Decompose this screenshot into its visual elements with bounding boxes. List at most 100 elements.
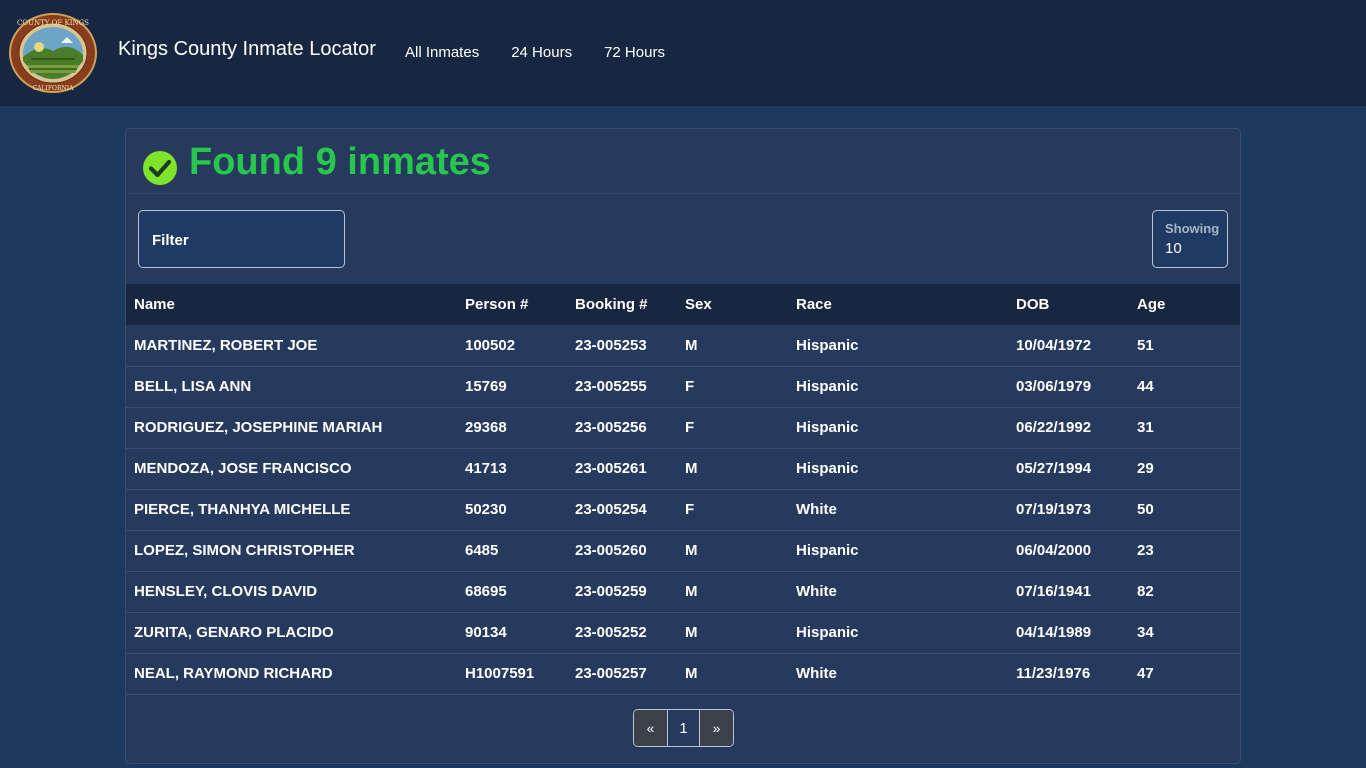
table-row[interactable]: MARTINEZ, ROBERT JOE 100502 23-005253 M …	[126, 325, 1240, 367]
showing-value: 10	[1165, 240, 1182, 257]
cell-person-number: 68695	[457, 571, 567, 613]
column-header-age[interactable]: Age	[1129, 284, 1240, 325]
cell-race: White	[788, 571, 1008, 613]
cell-dob: 07/16/1941	[1008, 571, 1129, 613]
cell-age: 51	[1129, 325, 1240, 367]
pagination-next-button[interactable]: »	[700, 710, 733, 746]
pagination-prev-button[interactable]: «	[634, 710, 667, 746]
cell-person-number: 29368	[457, 407, 567, 449]
cell-age: 44	[1129, 366, 1240, 408]
filter-field[interactable]: Filter	[138, 210, 345, 268]
cell-age: 23	[1129, 530, 1240, 572]
cell-race: Hispanic	[788, 448, 1008, 490]
cell-booking-number: 23-005255	[567, 366, 677, 408]
inmates-table: Name Person # Booking # Sex Race DOB Age…	[126, 284, 1240, 695]
cell-race: Hispanic	[788, 407, 1008, 449]
cell-person-number: 6485	[457, 530, 567, 572]
brand-title[interactable]: Kings County Inmate Locator	[118, 38, 376, 61]
cell-name: MENDOZA, JOSE FRANCISCO	[126, 448, 457, 490]
card-header: Found 9 inmates	[126, 129, 1240, 194]
pagination-page-1[interactable]: 1	[667, 710, 700, 746]
check-circle-icon	[143, 151, 177, 185]
cell-age: 82	[1129, 571, 1240, 613]
cell-person-number: 50230	[457, 489, 567, 531]
cell-booking-number: 23-005256	[567, 407, 677, 449]
cell-race: Hispanic	[788, 366, 1008, 408]
table-row[interactable]: MENDOZA, JOSE FRANCISCO 41713 23-005261 …	[126, 448, 1240, 490]
navbar: COUNTY OF KINGS CALIFORNIA Kings County …	[0, 0, 1366, 106]
seal-text-bottom: CALIFORNIA	[33, 85, 74, 92]
table-row[interactable]: RODRIGUEZ, JOSEPHINE MARIAH 29368 23-005…	[126, 407, 1240, 449]
results-card: Found 9 inmates Filter Showing 10 Name P…	[125, 128, 1241, 764]
cell-age: 47	[1129, 653, 1240, 695]
table-header-row: Name Person # Booking # Sex Race DOB Age	[126, 284, 1240, 325]
nav-link-72-hours[interactable]: 72 Hours	[604, 44, 665, 61]
column-header-booking-number[interactable]: Booking #	[567, 284, 677, 325]
table-row[interactable]: NEAL, RAYMOND RICHARD H1007591 23-005257…	[126, 653, 1240, 695]
cell-person-number: 41713	[457, 448, 567, 490]
pagination: « 1 »	[633, 709, 734, 747]
cell-name: RODRIGUEZ, JOSEPHINE MARIAH	[126, 407, 457, 449]
cell-dob: 07/19/1973	[1008, 489, 1129, 531]
cell-sex: M	[677, 325, 788, 367]
cell-name: MARTINEZ, ROBERT JOE	[126, 325, 457, 367]
cell-name: HENSLEY, CLOVIS DAVID	[126, 571, 457, 613]
cell-dob: 06/04/2000	[1008, 530, 1129, 572]
cell-name: PIERCE, THANHYA MICHELLE	[126, 489, 457, 531]
column-header-race[interactable]: Race	[788, 284, 1008, 325]
cell-booking-number: 23-005254	[567, 489, 677, 531]
cell-race: Hispanic	[788, 530, 1008, 572]
filter-input[interactable]	[139, 211, 344, 267]
cell-dob: 04/14/1989	[1008, 612, 1129, 654]
cell-age: 34	[1129, 612, 1240, 654]
cell-sex: M	[677, 530, 788, 572]
nav-links: All Inmates 24 Hours 72 Hours	[405, 44, 697, 61]
cell-age: 50	[1129, 489, 1240, 531]
cell-booking-number: 23-005260	[567, 530, 677, 572]
showing-select[interactable]: Showing 10	[1152, 210, 1228, 268]
showing-label: Showing	[1165, 221, 1220, 236]
cell-booking-number: 23-005259	[567, 571, 677, 613]
cell-person-number: 90134	[457, 612, 567, 654]
column-header-sex[interactable]: Sex	[677, 284, 788, 325]
cell-race: White	[788, 489, 1008, 531]
cell-sex: M	[677, 612, 788, 654]
cell-sex: F	[677, 407, 788, 449]
cell-name: NEAL, RAYMOND RICHARD	[126, 653, 457, 695]
cell-race: Hispanic	[788, 325, 1008, 367]
cell-race: Hispanic	[788, 612, 1008, 654]
column-header-dob[interactable]: DOB	[1008, 284, 1129, 325]
table-row[interactable]: PIERCE, THANHYA MICHELLE 50230 23-005254…	[126, 489, 1240, 531]
cell-sex: M	[677, 448, 788, 490]
results-title: Found 9 inmates	[189, 141, 491, 183]
cell-age: 31	[1129, 407, 1240, 449]
table-row[interactable]: HENSLEY, CLOVIS DAVID 68695 23-005259 M …	[126, 571, 1240, 613]
cell-booking-number: 23-005252	[567, 612, 677, 654]
nav-link-all-inmates[interactable]: All Inmates	[405, 44, 479, 61]
cell-booking-number: 23-005253	[567, 325, 677, 367]
cell-booking-number: 23-005261	[567, 448, 677, 490]
cell-person-number: H1007591	[457, 653, 567, 695]
cell-sex: M	[677, 653, 788, 695]
cell-dob: 06/22/1992	[1008, 407, 1129, 449]
column-header-name[interactable]: Name	[126, 284, 457, 325]
county-seal-logo[interactable]: COUNTY OF KINGS CALIFORNIA	[9, 13, 97, 93]
column-header-person-number[interactable]: Person #	[457, 284, 567, 325]
cell-person-number: 100502	[457, 325, 567, 367]
table-row[interactable]: ZURITA, GENARO PLACIDO 90134 23-005252 M…	[126, 612, 1240, 654]
cell-race: White	[788, 653, 1008, 695]
cell-dob: 11/23/1976	[1008, 653, 1129, 695]
cell-dob: 05/27/1994	[1008, 448, 1129, 490]
cell-name: LOPEZ, SIMON CHRISTOPHER	[126, 530, 457, 572]
seal-text-top: COUNTY OF KINGS	[17, 19, 89, 27]
cell-sex: F	[677, 489, 788, 531]
table-row[interactable]: BELL, LISA ANN 15769 23-005255 F Hispani…	[126, 366, 1240, 408]
cell-dob: 10/04/1972	[1008, 325, 1129, 367]
cell-sex: M	[677, 571, 788, 613]
cell-age: 29	[1129, 448, 1240, 490]
cell-dob: 03/06/1979	[1008, 366, 1129, 408]
cell-name: ZURITA, GENARO PLACIDO	[126, 612, 457, 654]
nav-link-24-hours[interactable]: 24 Hours	[511, 44, 572, 61]
table-row[interactable]: LOPEZ, SIMON CHRISTOPHER 6485 23-005260 …	[126, 530, 1240, 572]
cell-name: BELL, LISA ANN	[126, 366, 457, 408]
